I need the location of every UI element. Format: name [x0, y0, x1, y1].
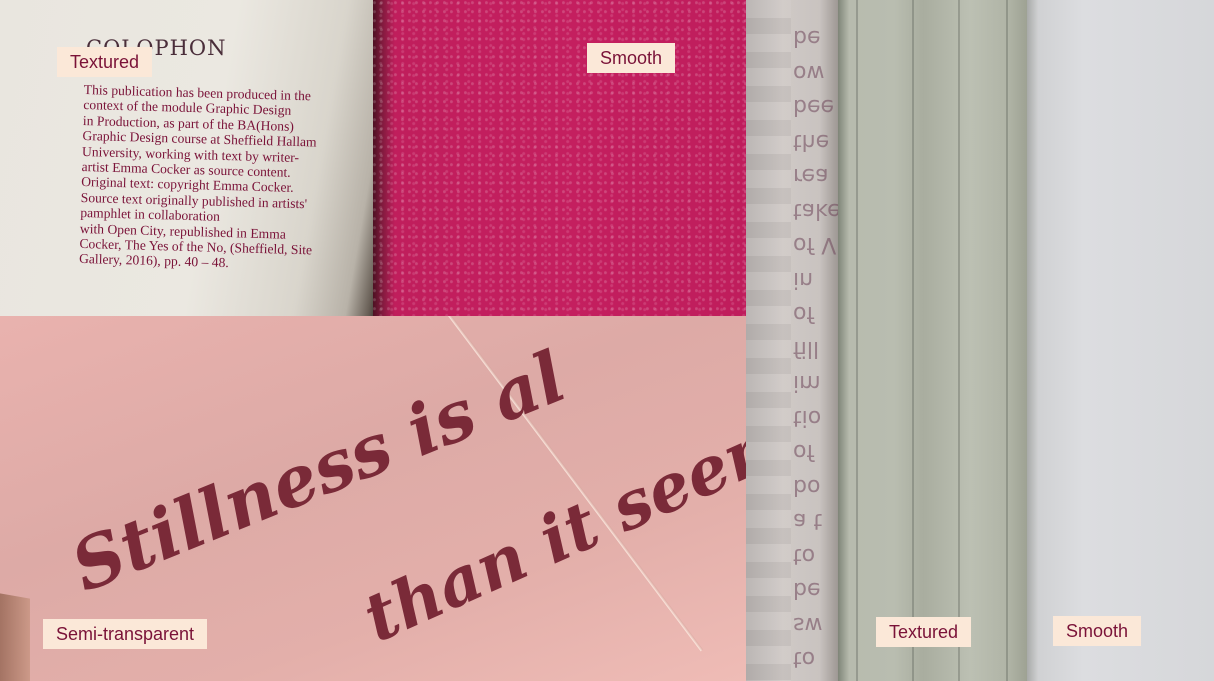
- mirrored-word: ow: [793, 60, 825, 85]
- mirrored-word: bo: [793, 474, 821, 499]
- mirrored-word: to: [793, 646, 816, 672]
- board-edge-line: [912, 0, 914, 681]
- mirrored-word: sw: [793, 612, 823, 637]
- mirrored-word: to: [793, 543, 816, 568]
- mirrored-word: we: [793, 676, 838, 681]
- label-smooth-bottom: Smooth: [1053, 616, 1142, 646]
- colophon-body: This publication has been produced in th…: [79, 82, 354, 274]
- mirrored-word: bee: [793, 94, 835, 120]
- grey-board-photo: [838, 0, 1027, 681]
- mirrored-word: fill: [793, 336, 820, 361]
- mirrored-word: in: [793, 267, 814, 292]
- mirrored-word: tio: [793, 405, 822, 430]
- label-smooth-top: Smooth: [587, 43, 676, 73]
- mirrored-word: take: [793, 198, 838, 223]
- translucent-strip-photo: we to sw be to a t bo of tio im fill of …: [746, 0, 838, 681]
- mirrored-word: be: [793, 577, 821, 603]
- mirrored-word: a t: [793, 508, 823, 534]
- board-edge-line: [958, 0, 960, 681]
- ghost-text-area: [746, 0, 791, 681]
- board-edge-line: [1006, 0, 1008, 681]
- mirrored-word: im: [793, 370, 821, 396]
- mirrored-word: of: [793, 439, 815, 465]
- label-semi-transparent: Semi-transparent: [43, 619, 208, 649]
- magenta-cover-photo: [373, 0, 746, 316]
- mirrored-word: rea: [793, 163, 829, 189]
- mirrored-word: of V: [793, 232, 837, 258]
- mirrored-text: we to sw be to a t bo of tio im fill of …: [793, 20, 838, 681]
- mirrored-word: be: [793, 25, 821, 51]
- label-textured-bottom: Textured: [876, 617, 972, 647]
- board-edge-line: [856, 0, 858, 681]
- mirrored-word: of: [793, 301, 815, 327]
- mirrored-word: the: [793, 129, 830, 154]
- page-edge: [0, 593, 30, 681]
- white-paper-photo: [1027, 0, 1214, 681]
- label-textured-top: Textured: [57, 47, 153, 77]
